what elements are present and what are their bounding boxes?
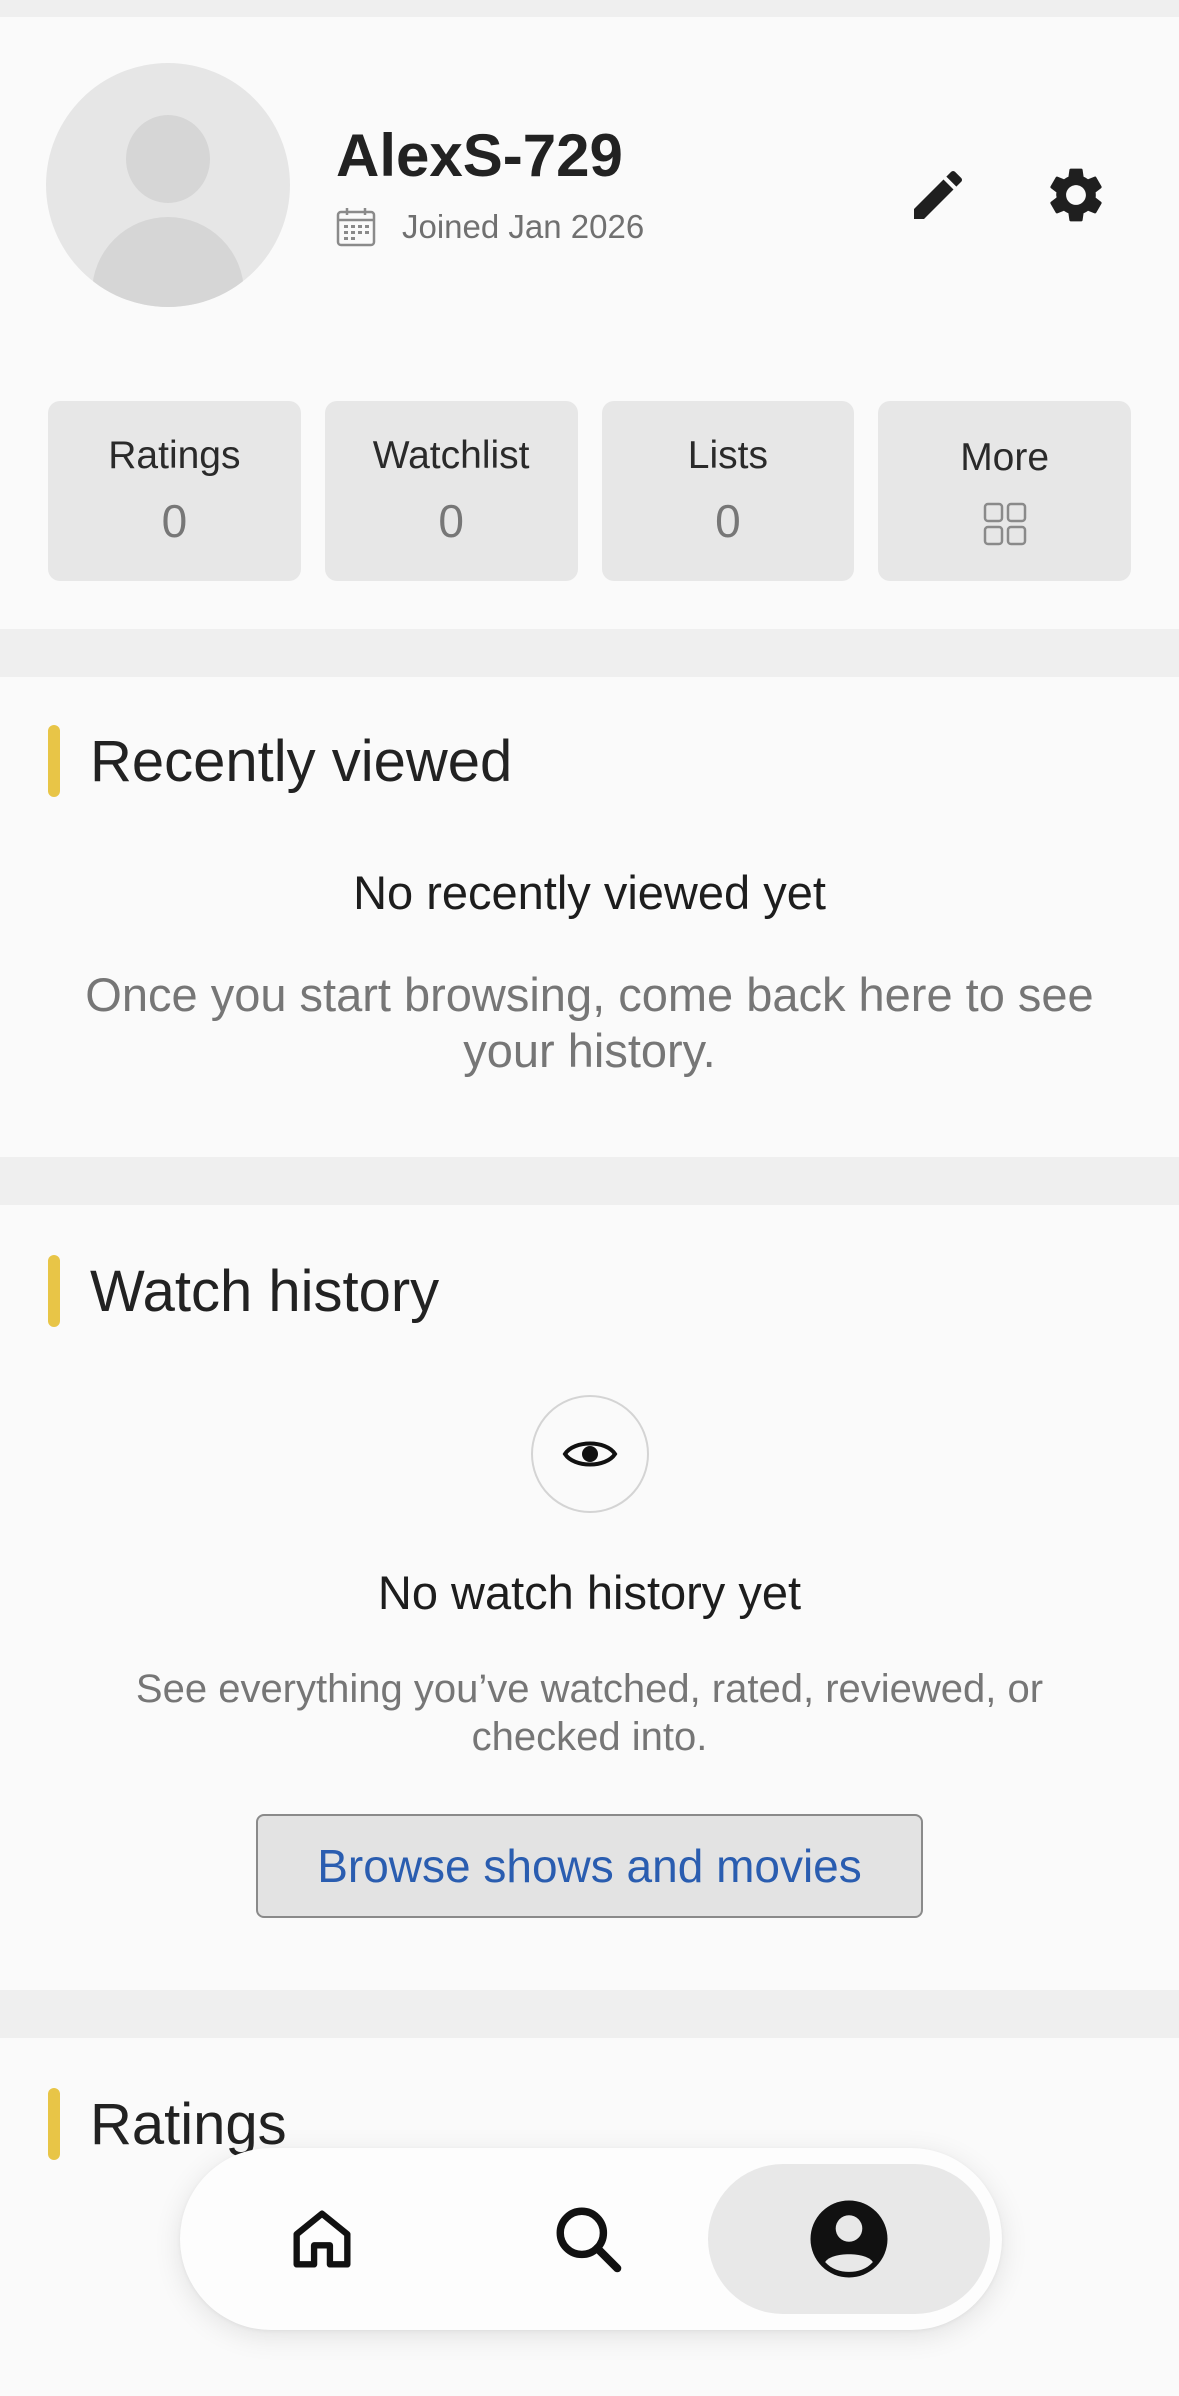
avatar[interactable] <box>46 63 290 307</box>
account-circle-icon <box>810 2200 888 2278</box>
section-title: Recently viewed <box>90 728 513 794</box>
recently-viewed-section: Recently viewed No recently viewed yet O… <box>0 677 1179 1157</box>
gear-icon <box>1050 168 1102 222</box>
stat-label: Watchlist <box>372 434 530 477</box>
grid-icon <box>983 502 1026 546</box>
empty-state-description: Once you start browsing, come back here … <box>85 968 1094 1078</box>
section-title: Watch history <box>90 1258 440 1324</box>
search-icon <box>556 2207 622 2273</box>
stat-label: Ratings <box>108 434 241 477</box>
stat-lists[interactable]: Lists 0 <box>601 401 855 581</box>
joined-date: Joined Jan 2026 <box>336 207 644 247</box>
bottom-nav <box>180 2148 1002 2330</box>
eye-icon-circle <box>531 1395 649 1513</box>
profile-header: AlexS-729 Joined Jan 2026 Ratings 0 Watc… <box>0 17 1179 629</box>
empty-state-description: See everything you’ve watched, rated, re… <box>135 1667 1044 1759</box>
stat-watchlist[interactable]: Watchlist 0 <box>324 401 578 581</box>
browse-shows-button[interactable]: Browse shows and movies <box>256 1814 923 1918</box>
nav-profile[interactable] <box>708 2164 990 2314</box>
stat-ratings[interactable]: Ratings 0 <box>48 401 301 581</box>
empty-state-title: No recently viewed yet <box>353 866 826 919</box>
eye-icon <box>562 1441 618 1467</box>
stat-label: Lists <box>687 434 768 477</box>
settings-button[interactable] <box>1036 155 1116 235</box>
nav-search[interactable] <box>498 2164 678 2314</box>
username: AlexS-729 <box>336 122 623 189</box>
accent-bar <box>48 725 60 797</box>
accent-bar <box>48 1255 60 1327</box>
joined-text: Joined Jan 2026 <box>402 208 645 245</box>
watch-history-section: Watch history No watch history yet See e… <box>0 1205 1179 1990</box>
avatar-body <box>92 217 244 307</box>
accent-bar <box>48 2088 60 2160</box>
section-title: Ratings <box>90 2091 287 2157</box>
stat-more[interactable]: More <box>878 401 1131 581</box>
edit-profile-button[interactable] <box>898 155 978 235</box>
section-header: Watch history <box>48 1255 439 1327</box>
calendar-icon <box>336 208 376 247</box>
empty-state-title: No watch history yet <box>377 1566 802 1619</box>
stat-label: More <box>960 436 1050 479</box>
stat-value: 0 <box>715 495 741 547</box>
stat-value: 0 <box>438 495 464 547</box>
section-header: Recently viewed <box>48 725 512 797</box>
home-icon <box>293 2210 351 2268</box>
stats-row: Ratings 0 Watchlist 0 Lists 0 More <box>48 401 1131 581</box>
pencil-icon <box>914 170 963 219</box>
nav-home[interactable] <box>232 2164 412 2314</box>
avatar-head <box>126 115 210 203</box>
stat-value: 0 <box>161 495 188 547</box>
